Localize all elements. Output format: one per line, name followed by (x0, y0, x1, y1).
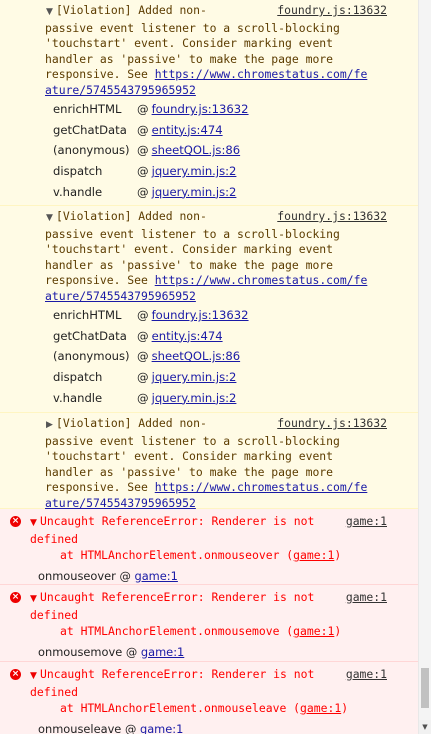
violation-warning[interactable]: foundry.js:13632 ▼ [Violation] Added non-… (0, 206, 419, 413)
stack-frame: enrichHTML @ foundry.js:13632 (53, 99, 419, 120)
chromestatus-link[interactable]: https://www.chromestatus.com/fe (155, 480, 368, 494)
chromestatus-link[interactable]: ature/5745543795965952 (45, 83, 196, 97)
source-link[interactable]: foundry.js:13632 (277, 209, 387, 225)
chromestatus-link[interactable]: ature/5745543795965952 (45, 496, 196, 510)
error-text: defined (30, 607, 79, 622)
source-link[interactable]: foundry.js:13632 (277, 3, 387, 19)
stack-frame: getChatData @ entity.js:474 (53, 120, 419, 141)
frame-link[interactable]: jquery.min.js:2 (152, 388, 237, 409)
frame-link[interactable]: sheetQOL.js:86 (152, 346, 241, 367)
message-text: [Violation] Added non- (56, 209, 207, 223)
expand-toggle-icon[interactable]: ▼ (30, 592, 40, 608)
source-link[interactable]: foundry.js:13632 (277, 416, 387, 432)
handler-link[interactable]: game:1 (141, 645, 184, 659)
frame-link[interactable]: entity.js:474 (152, 326, 223, 347)
message-text: passive event listener to a scroll-block… (45, 433, 340, 448)
chromestatus-link[interactable]: https://www.chromestatus.com/fe (155, 273, 368, 287)
scrollbar-thumb[interactable] (421, 668, 429, 708)
error-text: Uncaught ReferenceError: Renderer is not (40, 590, 315, 604)
message-text: responsive. See (45, 67, 155, 81)
message-text: passive event listener to a scroll-block… (45, 226, 340, 241)
frame-link[interactable]: sheetQOL.js:86 (152, 140, 241, 161)
error-icon: × (10, 592, 21, 603)
message-text: [Violation] Added non- (56, 3, 207, 17)
vertical-scrollbar[interactable]: ▼ (418, 0, 431, 734)
stack-frame: (anonymous) @ sheetQOL.js:86 (53, 140, 419, 161)
error-text: Uncaught ReferenceError: Renderer is not (40, 667, 315, 681)
violation-warning[interactable]: foundry.js:13632 ▼ [Violation] Added non-… (0, 0, 419, 206)
handler-frame: onmouseleave @ game:1 (38, 721, 184, 734)
message-text: handler as 'passive' to make the page mo… (45, 51, 334, 66)
expand-toggle-icon[interactable]: ▼ (30, 669, 40, 685)
expand-toggle-icon[interactable]: ▼ (30, 516, 40, 532)
error-text: Uncaught ReferenceError: Renderer is not (40, 514, 315, 528)
stack-frame: dispatch @ jquery.min.js:2 (53, 367, 419, 388)
frame-link[interactable]: jquery.min.js:2 (152, 182, 237, 203)
error-icon: × (10, 516, 21, 527)
handler-frame: onmouseover @ game:1 (38, 568, 178, 583)
stack-trace: enrichHTML @ foundry.js:13632 getChatData @… (53, 305, 419, 408)
message-text: 'touchstart' event. Consider marking eve… (45, 242, 334, 256)
console-messages: foundry.js:13632 ▼ [Violation] Added non-… (0, 0, 419, 734)
chromestatus-link[interactable]: ature/5745543795965952 (45, 289, 196, 303)
error-message[interactable]: × game:1 ▼ Uncaught ReferenceError: Rende… (0, 509, 419, 585)
stack-frame: v.handle @ jquery.min.js:2 (53, 182, 419, 203)
handler-link[interactable]: game:1 (134, 569, 177, 583)
error-text: defined (30, 531, 79, 546)
frame-link[interactable]: jquery.min.js:2 (152, 161, 237, 182)
source-link[interactable]: game:1 (346, 590, 387, 606)
expand-toggle-icon[interactable]: ▼ (46, 211, 56, 227)
location-link[interactable]: game:1 (293, 548, 334, 562)
expand-toggle-icon[interactable]: ▼ (46, 5, 56, 21)
message-text: handler as 'passive' to make the page mo… (45, 257, 334, 272)
error-message[interactable]: × game:1 ▼ Uncaught ReferenceError: Rende… (0, 585, 419, 662)
violation-warning[interactable]: foundry.js:13632 ▶ [Violation] Added non-… (0, 413, 419, 510)
handler-frame: onmousemove @ game:1 (38, 644, 185, 659)
handler-link[interactable]: game:1 (140, 722, 183, 734)
location-link[interactable]: game:1 (293, 624, 334, 638)
location-link[interactable]: game:1 (300, 701, 341, 715)
stack-trace: enrichHTML @ foundry.js:13632 getChatData @… (53, 99, 419, 202)
frame-link[interactable]: jquery.min.js:2 (152, 367, 237, 388)
stack-frame: getChatData @ entity.js:474 (53, 326, 419, 347)
scroll-down-arrow-icon[interactable]: ▼ (419, 720, 431, 734)
frame-link[interactable]: foundry.js:13632 (152, 305, 249, 326)
stack-frame: dispatch @ jquery.min.js:2 (53, 161, 419, 182)
error-location: at HTMLAnchorElement.onmousemove (game:1… (60, 624, 342, 638)
source-link[interactable]: game:1 (346, 667, 387, 683)
error-message[interactable]: × game:1 ▼ Uncaught ReferenceError: Rende… (0, 662, 419, 734)
frame-link[interactable]: entity.js:474 (152, 120, 223, 141)
stack-frame: v.handle @ jquery.min.js:2 (53, 388, 419, 409)
message-text: 'touchstart' event. Consider marking eve… (45, 449, 334, 463)
error-text: defined (30, 684, 79, 699)
error-icon: × (10, 669, 21, 680)
error-location: at HTMLAnchorElement.onmouseover (game:1… (60, 548, 342, 562)
message-text: handler as 'passive' to make the page mo… (45, 464, 334, 479)
error-location: at HTMLAnchorElement.onmouseleave (game:… (60, 701, 349, 715)
message-text: passive event listener to a scroll-block… (45, 20, 340, 35)
stack-frame: enrichHTML @ foundry.js:13632 (53, 305, 419, 326)
source-link[interactable]: game:1 (346, 514, 387, 530)
frame-link[interactable]: foundry.js:13632 (152, 99, 249, 120)
message-text: responsive. See (45, 273, 155, 287)
chromestatus-link[interactable]: https://www.chromestatus.com/fe (155, 67, 368, 81)
message-text: [Violation] Added non- (56, 416, 207, 430)
collapsed-toggle-icon[interactable]: ▶ (46, 418, 56, 434)
message-text: responsive. See (45, 480, 155, 494)
stack-frame: (anonymous) @ sheetQOL.js:86 (53, 346, 419, 367)
message-text: 'touchstart' event. Consider marking eve… (45, 36, 334, 50)
